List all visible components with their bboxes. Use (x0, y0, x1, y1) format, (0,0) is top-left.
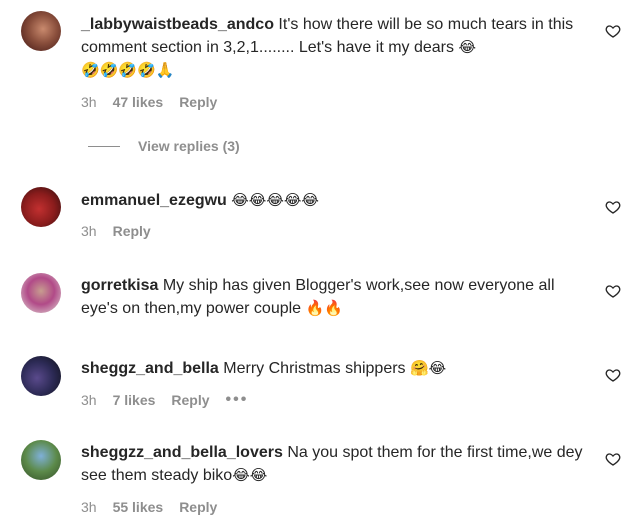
comment-emoji: 😂😂 (232, 466, 268, 484)
view-replies-button[interactable]: View replies (3) (88, 138, 240, 154)
divider-line (88, 145, 120, 147)
comment-body: sheggz_and_bella Merry Christmas shipper… (81, 357, 591, 380)
comment-time[interactable]: 3h (81, 94, 97, 110)
comment-body: sheggzz_and_bella_lovers Na you spot the… (81, 441, 591, 487)
comment-meta: 3h 55 likes Reply (81, 499, 217, 515)
comment-body: _labbywaistbeads_andco It's how there wi… (81, 13, 591, 82)
reply-button[interactable]: Reply (171, 392, 209, 408)
like-button[interactable] (605, 199, 621, 215)
like-button[interactable] (605, 283, 621, 299)
comment-username[interactable]: gorretkisa (81, 277, 158, 294)
comment-meta: 3h 47 likes Reply (81, 94, 217, 110)
comment-username[interactable]: sheggzz_and_bella_lovers (81, 444, 283, 461)
reply-button[interactable]: Reply (113, 223, 151, 239)
reply-button[interactable]: Reply (179, 94, 217, 110)
like-button[interactable] (605, 23, 621, 39)
comment-meta: 3h 7 likes Reply ••• (81, 391, 248, 409)
comment-emoji: 🔥🔥 (305, 299, 343, 317)
view-replies-label: View replies (3) (138, 138, 240, 154)
comment-username[interactable]: sheggz_and_bella (81, 360, 219, 377)
comment-emoji: 😂 (458, 38, 476, 56)
avatar[interactable] (21, 187, 61, 227)
reply-button[interactable]: Reply (179, 499, 217, 515)
comment-text: Merry Christmas shippers (223, 360, 406, 377)
comment-likes[interactable]: 47 likes (113, 94, 164, 110)
heart-outline-icon (605, 369, 621, 382)
heart-outline-icon (605, 201, 621, 214)
avatar[interactable] (21, 11, 61, 51)
more-options-icon[interactable]: ••• (226, 391, 249, 409)
comment-time[interactable]: 3h (81, 499, 97, 515)
comment-meta: 3h Reply (81, 223, 151, 239)
comment-emoji: 🤗😂 (410, 359, 447, 377)
comment-body: emmanuel_ezegwu 😂😂😂😂😂 (81, 189, 591, 212)
comment-time[interactable]: 3h (81, 223, 97, 239)
avatar[interactable] (21, 273, 61, 313)
avatar[interactable] (21, 440, 61, 480)
comment-emoji: 🤣🤣🤣🤣🙏 (81, 61, 175, 79)
comment-username[interactable]: _labbywaistbeads_andco (81, 16, 274, 33)
comment-likes[interactable]: 55 likes (113, 499, 164, 515)
comment-time[interactable]: 3h (81, 392, 97, 408)
comment-body: gorretkisa My ship has given Blogger's w… (81, 274, 591, 320)
like-button[interactable] (605, 451, 621, 467)
avatar[interactable] (21, 356, 61, 396)
heart-outline-icon (605, 453, 621, 466)
heart-outline-icon (605, 25, 621, 38)
comment-username[interactable]: emmanuel_ezegwu (81, 192, 227, 209)
comment-emoji: 😂😂😂😂😂 (231, 191, 319, 209)
comment-likes[interactable]: 7 likes (113, 392, 156, 408)
heart-outline-icon (605, 285, 621, 298)
like-button[interactable] (605, 367, 621, 383)
